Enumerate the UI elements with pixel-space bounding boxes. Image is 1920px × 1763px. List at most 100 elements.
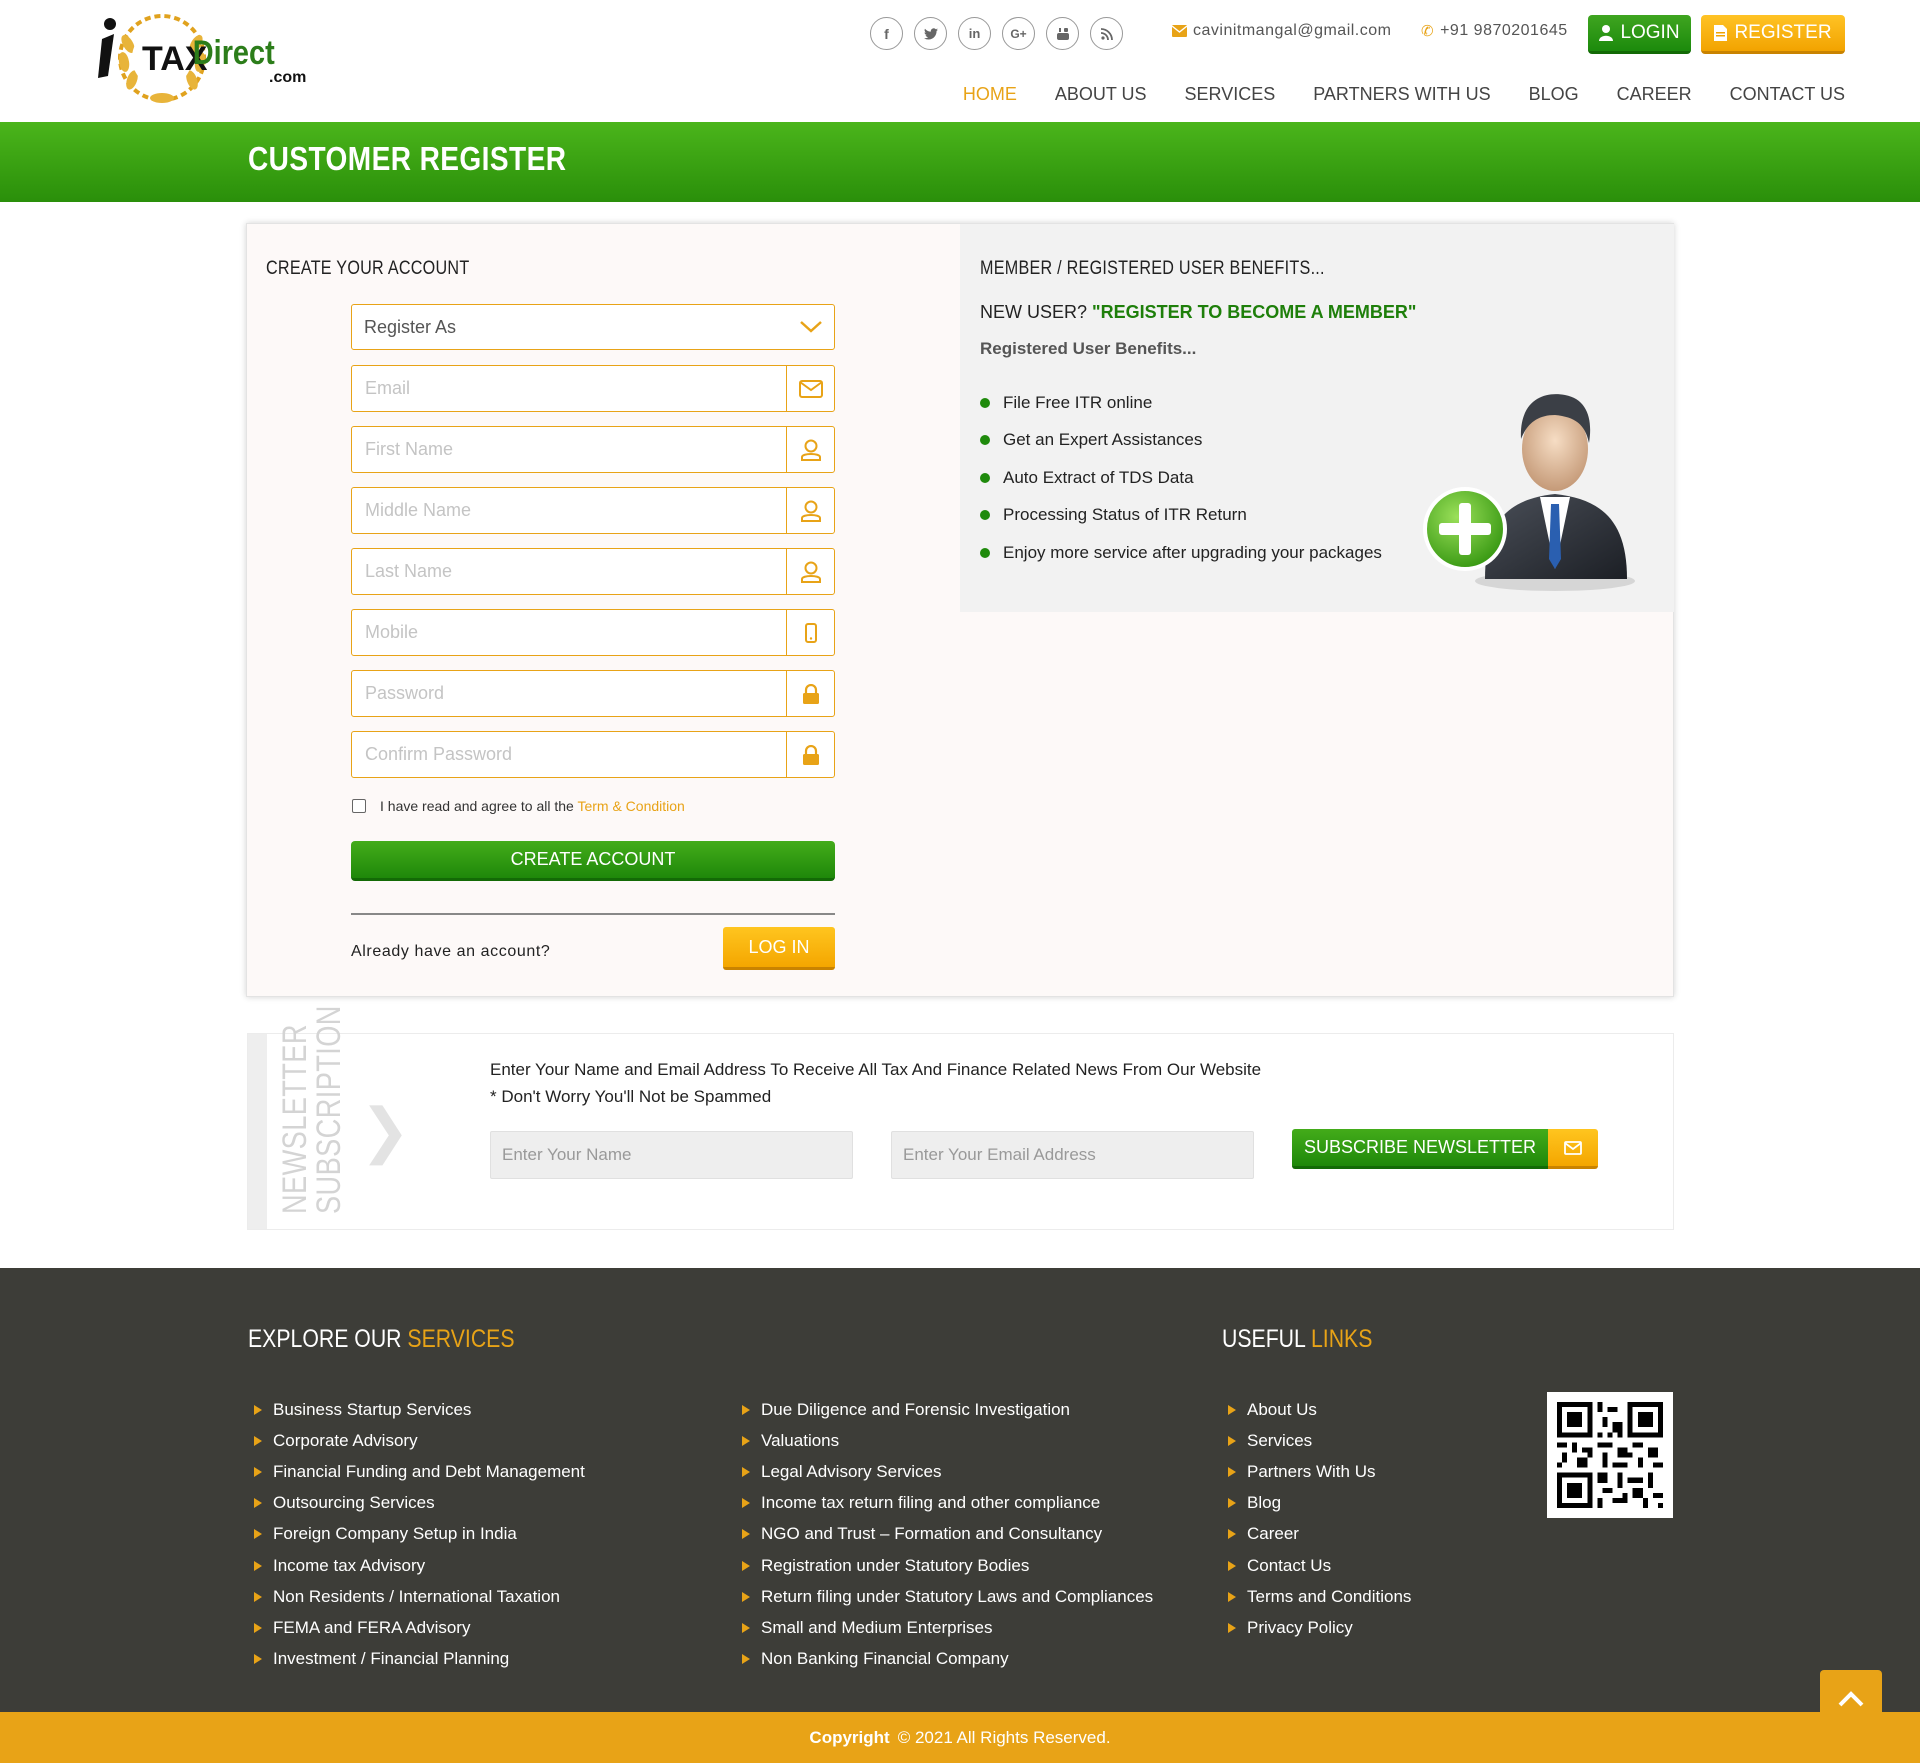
footer-link[interactable]: Investment / Financial Planning: [248, 1644, 585, 1675]
caret-right-icon: [742, 1622, 750, 1633]
footer-link[interactable]: Due Diligence and Forensic Investigation: [736, 1394, 1153, 1425]
newsletter-name-input[interactable]: Enter Your Name: [490, 1131, 853, 1179]
site-footer: EXPLORE OUR SERVICES Business Startup Se…: [0, 1268, 1920, 1712]
footer-link[interactable]: Registration under Statutory Bodies: [736, 1550, 1153, 1581]
footer-link[interactable]: Small and Medium Enterprises: [736, 1612, 1153, 1643]
google-plus-icon[interactable]: G+: [1002, 17, 1035, 50]
caret-right-icon: [254, 1466, 262, 1477]
phone-icon: ✆: [1421, 23, 1435, 40]
confirm-password-field[interactable]: Confirm Password: [351, 731, 835, 778]
facebook-icon[interactable]: f: [870, 17, 903, 50]
footer-link[interactable]: Return filing under Statutory Laws and C…: [736, 1581, 1153, 1612]
header-email[interactable]: cavinitmangal@gmail.com: [1172, 22, 1391, 40]
already-account-text: Already have an account?: [351, 943, 551, 960]
list-item: Processing Status of ITR Return: [980, 497, 1382, 535]
linkedin-icon[interactable]: in: [958, 17, 991, 50]
bullet-icon: [980, 547, 990, 558]
svg-text:Direct: Direct: [193, 33, 275, 72]
nav-partners-with-us[interactable]: PARTNERS WITH US: [1313, 84, 1490, 105]
header-login-button[interactable]: LOGIN: [1588, 15, 1691, 54]
social-links: f in G+: [870, 17, 1123, 50]
chevron-down-icon: [800, 321, 822, 333]
caret-right-icon: [742, 1654, 750, 1665]
nav-services[interactable]: SERVICES: [1185, 84, 1276, 105]
caret-right-icon: [1228, 1435, 1236, 1446]
footer-link[interactable]: FEMA and FERA Advisory: [248, 1612, 585, 1643]
lock-icon: [786, 732, 834, 777]
footer-link[interactable]: Income tax return filing and other compl…: [736, 1488, 1153, 1519]
mobile-field[interactable]: Mobile: [351, 609, 835, 656]
caret-right-icon: [254, 1622, 262, 1633]
user-icon: [786, 549, 834, 594]
caret-right-icon: [1228, 1622, 1236, 1633]
list-item: File Free ITR online: [980, 384, 1382, 422]
caret-right-icon: [742, 1404, 750, 1415]
nav-about-us[interactable]: ABOUT US: [1055, 84, 1147, 105]
create-account-button[interactable]: CREATE ACCOUNT: [351, 841, 835, 881]
useful-links-list: About Us Services Partners With Us Blog …: [1222, 1394, 1411, 1644]
benefits-panel: MEMBER / REGISTERED USER BENEFITS... NEW…: [960, 224, 1674, 612]
footer-link[interactable]: Partners With Us: [1222, 1456, 1411, 1487]
header-phone[interactable]: ✆ +91 9870201645: [1421, 22, 1568, 40]
caret-right-icon: [254, 1435, 262, 1446]
footer-link[interactable]: Legal Advisory Services: [736, 1456, 1153, 1487]
email-field[interactable]: Email: [351, 365, 835, 412]
subscribe-button[interactable]: SUBSCRIBE NEWSLETTER: [1292, 1129, 1599, 1169]
footer-link[interactable]: Financial Funding and Debt Management: [248, 1456, 585, 1487]
page-title: CUSTOMER REGISTER: [248, 140, 567, 177]
user-icon: [786, 427, 834, 472]
youtube-icon[interactable]: [1046, 17, 1079, 50]
twitter-icon[interactable]: [914, 17, 947, 50]
newsletter-email-input[interactable]: Enter Your Email Address: [891, 1131, 1254, 1179]
caret-right-icon: [742, 1498, 750, 1509]
register-as-select[interactable]: Register As: [351, 304, 835, 350]
caret-right-icon: [742, 1560, 750, 1571]
footer-link[interactable]: Non Banking Financial Company: [736, 1644, 1153, 1675]
nav-contact-us[interactable]: CONTACT US: [1730, 84, 1845, 105]
caret-right-icon: [742, 1466, 750, 1477]
footer-link[interactable]: Income tax Advisory: [248, 1550, 585, 1581]
useful-links-heading: USEFUL LINKS: [1222, 1325, 1373, 1353]
footer-link[interactable]: Valuations: [736, 1425, 1153, 1456]
terms-link[interactable]: Term & Condition: [577, 798, 684, 814]
caret-right-icon: [254, 1591, 262, 1602]
footer-link[interactable]: Business Startup Services: [248, 1394, 585, 1425]
login-button[interactable]: LOG IN: [723, 927, 835, 970]
first-name-field[interactable]: First Name: [351, 426, 835, 473]
header-register-button[interactable]: REGISTER: [1701, 15, 1845, 54]
footer-link[interactable]: Corporate Advisory: [248, 1425, 585, 1456]
footer-link[interactable]: Contact Us: [1222, 1550, 1411, 1581]
caret-right-icon: [1228, 1466, 1236, 1477]
nav-home[interactable]: HOME: [963, 84, 1017, 105]
caret-right-icon: [1228, 1560, 1236, 1571]
caret-right-icon: [254, 1529, 262, 1540]
footer-link[interactable]: Privacy Policy: [1222, 1612, 1411, 1643]
rss-icon[interactable]: [1090, 17, 1123, 50]
itaxdirect-logo[interactable]: TAX Direct .com: [84, 4, 314, 110]
password-field[interactable]: Password: [351, 670, 835, 717]
footer-link[interactable]: Outsourcing Services: [248, 1488, 585, 1519]
bullet-icon: [980, 397, 990, 408]
footer-link[interactable]: NGO and Trust – Formation and Consultanc…: [736, 1519, 1153, 1550]
footer-link[interactable]: Career: [1222, 1519, 1411, 1550]
caret-right-icon: [254, 1560, 262, 1571]
last-name-field[interactable]: Last Name: [351, 548, 835, 595]
footer-link[interactable]: Services: [1222, 1425, 1411, 1456]
mobile-icon: [786, 610, 834, 655]
lock-icon: [786, 671, 834, 716]
footer-link[interactable]: Terms and Conditions: [1222, 1581, 1411, 1612]
middle-name-field[interactable]: Middle Name: [351, 487, 835, 534]
footer-link[interactable]: About Us: [1222, 1394, 1411, 1425]
add-user-illustration: [1423, 394, 1635, 591]
nav-career[interactable]: CAREER: [1617, 84, 1692, 105]
agree-row: I have read and agree to all the Term & …: [352, 798, 685, 814]
form-title: CREATE YOUR ACCOUNT: [266, 258, 470, 279]
agree-checkbox[interactable]: [352, 799, 366, 813]
benefits-title: MEMBER / REGISTERED USER BENEFITS...: [980, 258, 1325, 279]
main-nav: HOME ABOUT US SERVICES PARTNERS WITH US …: [963, 84, 1845, 105]
envelope-icon: [1548, 1129, 1599, 1169]
nav-blog[interactable]: BLOG: [1529, 84, 1579, 105]
footer-link[interactable]: Non Residents / International Taxation: [248, 1581, 585, 1612]
footer-link[interactable]: Blog: [1222, 1488, 1411, 1519]
footer-link[interactable]: Foreign Company Setup in India: [248, 1519, 585, 1550]
